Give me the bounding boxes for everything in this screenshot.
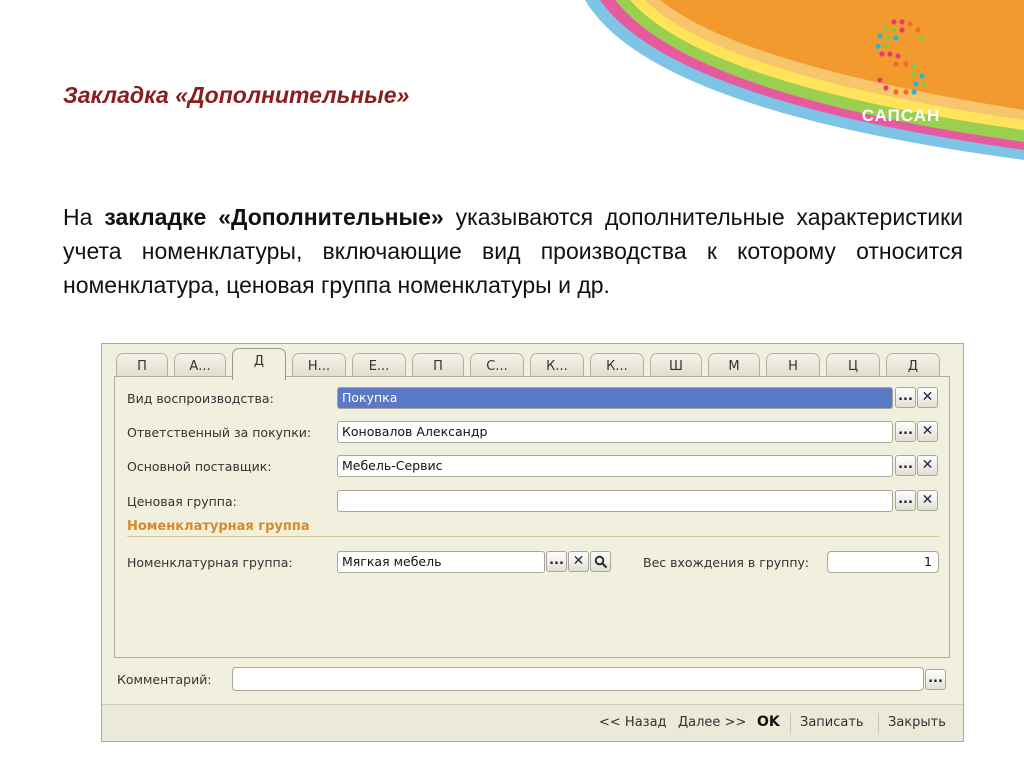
purchase-responsible-field[interactable]: Коновалов Александр (337, 421, 893, 443)
price-group-clear-icon[interactable]: ✕ (917, 490, 938, 511)
nomenclature-group-search-icon[interactable] (590, 551, 611, 572)
main-supplier-select-button[interactable]: ... (895, 455, 916, 476)
price-group-label: Ценовая группа: (127, 494, 237, 509)
separator (790, 713, 791, 733)
purchase-responsible-clear-icon[interactable]: ✕ (917, 421, 938, 442)
ok-button[interactable]: OK (757, 714, 780, 730)
purchase-responsible-select-button[interactable]: ... (895, 421, 916, 442)
group-weight-field[interactable]: 1 (827, 551, 939, 573)
comment-field[interactable] (232, 667, 924, 691)
main-supplier-label: Основной поставщик: (127, 459, 272, 474)
nomenclature-group-field[interactable]: Мягкая мебель (337, 551, 545, 573)
nomenclature-group-select-button[interactable]: ... (546, 551, 567, 572)
nomenclature-group-clear-icon[interactable]: ✕ (568, 551, 589, 572)
tab-d-active[interactable]: Д (232, 348, 286, 380)
reproduction-type-select-button[interactable]: ... (895, 387, 916, 408)
close-button[interactable]: Закрыть (888, 715, 946, 730)
next-button[interactable]: Далее >> (678, 715, 746, 730)
magnifier-icon (594, 555, 607, 569)
logo-text: САПСАН (861, 106, 941, 125)
description-paragraph: На закладке «Дополнительные» указываются… (63, 200, 963, 302)
form-action-bar: << Назад Далее >> OK Записать Закрыть (102, 704, 963, 741)
price-group-select-button[interactable]: ... (895, 490, 916, 511)
reproduction-type-field[interactable]: Покупка (337, 387, 893, 409)
group-weight-label: Вес вхождения в группу: (643, 555, 810, 570)
dot-matrix-s-logo-icon (875, 19, 927, 95)
tab-panel-additional: Вид воспроизводства: Покупка ... ✕ Ответ… (114, 376, 950, 658)
nomenclature-group-section-title: Номенклатурная группа (127, 519, 310, 534)
separator (878, 713, 879, 733)
reproduction-type-clear-icon[interactable]: ✕ (917, 387, 938, 408)
price-group-field[interactable] (337, 490, 893, 512)
purchase-responsible-label: Ответственный за покупки: (127, 425, 312, 440)
section-divider (127, 536, 939, 537)
nomenclature-group-label: Номенклатурная группа: (127, 555, 293, 570)
sapsan-logo: САПСАН (856, 14, 946, 134)
back-button[interactable]: << Назад (599, 715, 667, 730)
comment-label: Комментарий: (117, 672, 212, 687)
reproduction-type-label: Вид воспроизводства: (127, 391, 274, 406)
nomenclature-form: П А... Д Н... Е... П С... К... К... Ш М … (101, 343, 964, 742)
main-supplier-field[interactable]: Мебель-Сервис (337, 455, 893, 477)
para-prefix: На (63, 204, 105, 230)
main-supplier-clear-icon[interactable]: ✕ (917, 455, 938, 476)
slide-title: Закладка «Дополнительные» (63, 82, 410, 108)
para-bold: закладке «Дополнительные» (104, 204, 444, 230)
comment-select-button[interactable]: ... (925, 669, 946, 690)
save-button[interactable]: Записать (800, 715, 864, 730)
